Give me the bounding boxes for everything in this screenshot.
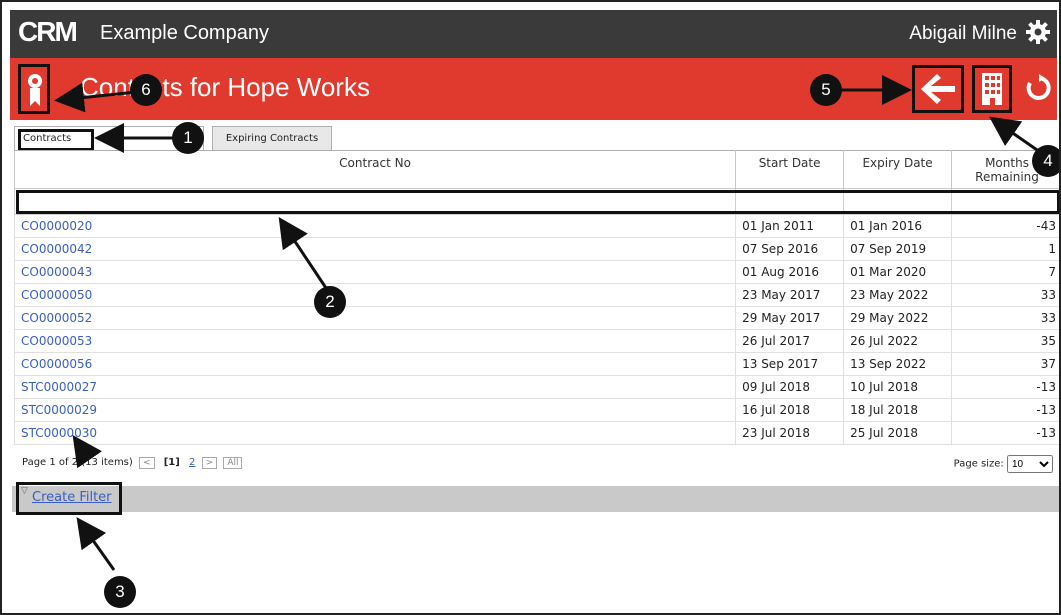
expiry-date: 26 Jul 2022: [843, 329, 953, 353]
company-name: Example Company: [100, 22, 269, 44]
contract-link[interactable]: CO0000050: [21, 288, 92, 302]
start-date: 26 Jul 2017: [735, 329, 845, 353]
contract-link[interactable]: STC0000030: [21, 426, 97, 440]
header-start-date[interactable]: Start Date: [735, 150, 845, 189]
start-date: 09 Jul 2018: [735, 375, 845, 399]
page-title: Contacts for Hope Works: [80, 72, 370, 102]
award-button[interactable]: [18, 64, 50, 114]
refresh-icon[interactable]: [1025, 74, 1053, 102]
page-size-select[interactable]: 10: [1007, 455, 1053, 473]
top-bar: CRM Example Company Abigail Milne: [10, 10, 1057, 58]
expiry-date: 18 Jul 2018: [843, 398, 953, 422]
table-row: CO0000043 01 Aug 2016 01 Mar 2020 7: [13, 260, 1059, 284]
back-button[interactable]: [912, 65, 964, 113]
table-row: STC0000027 09 Jul 2018 10 Jul 2018 -13: [13, 375, 1059, 399]
prev-page-button[interactable]: <: [138, 457, 155, 469]
months-remaining: 33: [951, 283, 1059, 307]
expiry-date: 13 Sep 2022: [843, 352, 953, 376]
contract-link[interactable]: CO0000053: [21, 334, 92, 348]
contract-link[interactable]: CO0000020: [21, 219, 92, 233]
tab-highlight-box: [18, 129, 94, 151]
annotation-badge-6: 6: [130, 74, 162, 106]
annotation-badge-2: 2: [314, 286, 346, 318]
arrow-left-icon: [921, 74, 955, 104]
filter-row-highlight: [16, 190, 1059, 214]
start-date: 01 Jan 2011: [735, 214, 845, 238]
table-row: CO0000052 29 May 2017 29 May 2022 33: [13, 306, 1059, 330]
building-icon: [982, 73, 1002, 105]
months-remaining: -13: [951, 398, 1059, 422]
tab-expiring-contracts[interactable]: Expiring Contracts: [212, 126, 332, 150]
expiry-date: 23 May 2022: [843, 283, 953, 307]
start-date: 13 Sep 2017: [735, 352, 845, 376]
table-row: CO0000050 23 May 2017 23 May 2022 33: [13, 283, 1059, 307]
months-remaining: -13: [951, 421, 1059, 445]
start-date: 07 Sep 2016: [735, 237, 845, 261]
pager-summary: Page 1 of 2 (13 items): [22, 457, 133, 468]
contract-link[interactable]: CO0000056: [21, 357, 92, 371]
expiry-date: 01 Mar 2020: [843, 260, 953, 284]
page-header: Contacts for Hope Works: [10, 58, 1057, 120]
expiry-date: 01 Jan 2016: [843, 214, 953, 238]
annotation-badge-4: 4: [1032, 145, 1059, 177]
contract-link[interactable]: CO0000052: [21, 311, 92, 325]
header-expiry-date[interactable]: Expiry Date: [843, 150, 953, 189]
table-row: STC0000030 23 Jul 2018 25 Jul 2018 -13: [13, 421, 1059, 445]
next-page-button[interactable]: >: [201, 457, 218, 469]
user-name[interactable]: Abigail Milne: [909, 23, 1017, 45]
start-date: 23 May 2017: [735, 283, 845, 307]
window-frame: CRM Example Company Abigail Milne Contac…: [0, 0, 1061, 615]
gear-icon[interactable]: [1025, 19, 1051, 45]
page-size-control: Page size: 10: [954, 455, 1053, 473]
contract-link[interactable]: STC0000029: [21, 403, 97, 417]
arrow-3: [76, 517, 116, 571]
contract-link[interactable]: CO0000043: [21, 265, 92, 279]
header-contract-no[interactable]: Contract No: [13, 150, 737, 189]
arrow-4: [989, 116, 1041, 154]
start-date: 01 Aug 2016: [735, 260, 845, 284]
months-remaining: -13: [951, 375, 1059, 399]
table-row: CO0000020 01 Jan 2011 01 Jan 2016 -43: [13, 214, 1059, 238]
start-date: 29 May 2017: [735, 306, 845, 330]
months-remaining: 35: [951, 329, 1059, 353]
expiry-date: 29 May 2022: [843, 306, 953, 330]
tab-expiring-label: Expiring Contracts: [225, 133, 319, 144]
page-2-link[interactable]: 2: [189, 457, 195, 468]
table-row: STC0000029 16 Jul 2018 18 Jul 2018 -13: [13, 398, 1059, 422]
table-row: CO0000053 26 Jul 2017 26 Jul 2022 35: [13, 329, 1059, 353]
crm-logo[interactable]: CRM: [18, 16, 78, 48]
award-icon: [28, 74, 42, 106]
start-date: 16 Jul 2018: [735, 398, 845, 422]
page-size-label: Page size:: [953, 458, 1004, 470]
table-row: CO0000042 07 Sep 2016 07 Sep 2019 1: [13, 237, 1059, 261]
table-row: CO0000056 13 Sep 2017 13 Sep 2022 37: [13, 352, 1059, 376]
months-remaining: 37: [951, 352, 1059, 376]
expiry-date: 25 Jul 2018: [843, 421, 953, 445]
create-filter-link[interactable]: Create Filter: [32, 490, 112, 505]
contract-link[interactable]: STC0000027: [21, 380, 97, 394]
months-remaining: -43: [951, 214, 1059, 238]
contract-link[interactable]: CO0000042: [21, 242, 92, 256]
months-remaining: 1: [951, 237, 1059, 261]
expiry-date: 10 Jul 2018: [843, 375, 953, 399]
annotation-badge-3: 3: [104, 576, 136, 608]
expiry-date: 07 Sep 2019: [843, 237, 953, 261]
months-remaining: 33: [951, 306, 1059, 330]
annotation-badge-1: 1: [172, 122, 204, 154]
start-date: 23 Jul 2018: [735, 421, 845, 445]
pager: Page 1 of 2 (13 items) < [1] 2 > All: [22, 457, 243, 469]
company-button[interactable]: [972, 65, 1012, 113]
funnel-icon: ▽: [21, 486, 28, 496]
filter-bar: [12, 486, 1059, 512]
all-pages-button[interactable]: All: [223, 457, 243, 469]
months-remaining: 7: [951, 260, 1059, 284]
current-page: [1]: [163, 457, 180, 468]
annotation-badge-5: 5: [810, 74, 842, 106]
